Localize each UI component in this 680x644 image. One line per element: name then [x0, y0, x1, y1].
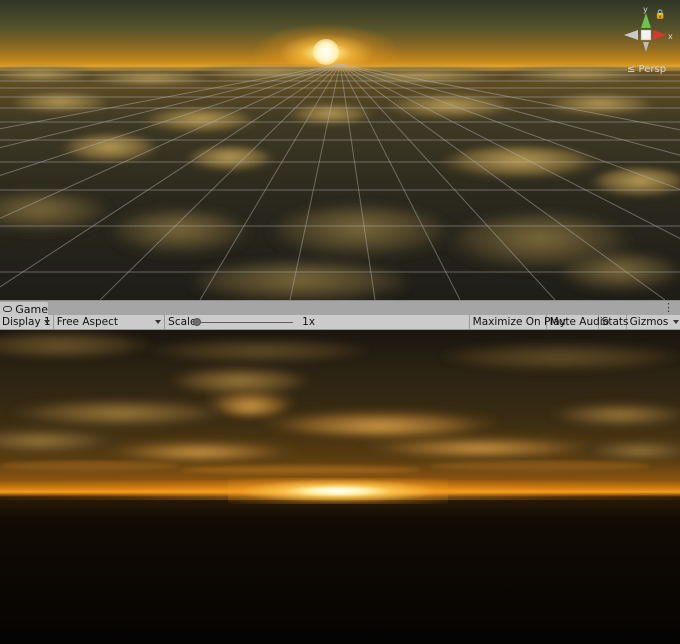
- gamepad-icon: [3, 306, 13, 312]
- chevron-down-icon: [155, 320, 162, 324]
- aspect-dropdown-label: Free Aspect: [56, 316, 119, 328]
- scale-slider-thumb[interactable]: [193, 318, 202, 326]
- mute-audio-toggle[interactable]: Mute Audio: [547, 315, 609, 329]
- lock-icon[interactable]: 🔒: [655, 10, 666, 20]
- persp-label[interactable]: ≤ Persp: [627, 64, 666, 75]
- scene-grid: [0, 64, 680, 300]
- aspect-dropdown[interactable]: Free Aspect: [54, 315, 166, 329]
- game-sun: [228, 478, 448, 504]
- chevron-down-icon: [673, 320, 679, 324]
- gizmo-y-cone: [641, 13, 651, 28]
- scene-view[interactable]: y x 🔒 ≤ Persp: [0, 0, 680, 300]
- gizmo-center-cube: [640, 29, 652, 41]
- game-view[interactable]: [0, 330, 680, 644]
- tab-menu-icon[interactable]: ⋮: [663, 302, 674, 314]
- tab-game-label: Game: [15, 302, 48, 316]
- orientation-gizmo[interactable]: y x 🔒: [618, 4, 674, 62]
- gizmos-dropdown[interactable]: [673, 315, 680, 329]
- scale-control: Scale 1x: [165, 315, 470, 329]
- scene-sun: [313, 39, 339, 65]
- game-cloud-layer: [0, 330, 680, 474]
- gizmo-y-label: y: [643, 5, 648, 14]
- maximize-on-play-toggle[interactable]: Maximize On Play: [470, 315, 566, 329]
- gizmo-negy-cone: [643, 42, 649, 52]
- gizmo-x-cone: [653, 30, 667, 40]
- scale-slider-track[interactable]: [195, 322, 294, 323]
- display-dropdown[interactable]: Display 1: [0, 315, 54, 329]
- gizmos-toggle[interactable]: Gizmos: [627, 315, 673, 329]
- stats-toggle[interactable]: Stats: [599, 315, 628, 329]
- chevron-down-icon: [43, 320, 50, 324]
- game-tab-bar: Game ⋮: [0, 300, 680, 316]
- gizmo-negx-cone: [624, 30, 638, 40]
- scale-value: 1x: [302, 316, 316, 328]
- game-toolbar: Display 1 Free Aspect Scale 1x Maximize …: [0, 315, 680, 330]
- gizmo-x-label: x: [668, 32, 673, 41]
- scale-label: Scale: [168, 316, 197, 328]
- tab-game[interactable]: Game: [0, 302, 48, 316]
